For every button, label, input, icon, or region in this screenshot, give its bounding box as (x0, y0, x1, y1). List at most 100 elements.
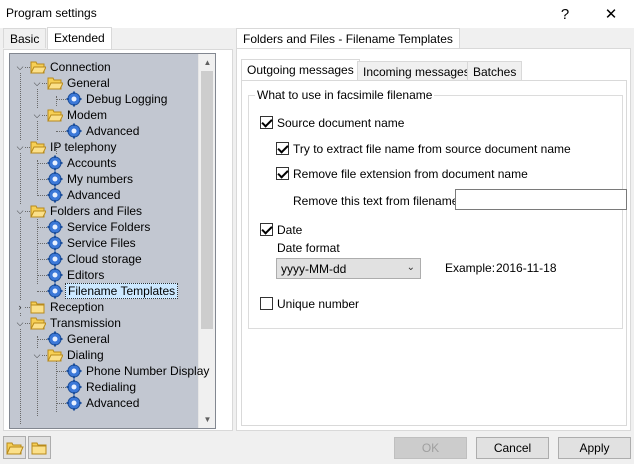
expand-all-button[interactable] (3, 436, 26, 459)
tree-item[interactable]: Debug Logging (10, 91, 215, 107)
tree-item-label: Transmission (50, 316, 121, 330)
dialog-client: Basic Extended ▲ ▼ ⌵ Connection ⌵ General De… (0, 27, 634, 464)
extract-filename-checkbox[interactable] (276, 142, 289, 155)
folder-open-icon (47, 109, 63, 122)
collapse-all-button[interactable] (28, 436, 51, 459)
gear-icon (66, 379, 82, 395)
source-document-checkbox[interactable] (260, 116, 273, 129)
date-format-select[interactable]: yyyy-MM-dd ⌄ (276, 258, 421, 279)
tab-extended[interactable]: Extended (47, 27, 112, 49)
group-title: What to use in facsimile filename (255, 88, 435, 102)
remove-extension-label[interactable]: Remove file extension from document name (293, 167, 528, 181)
tree-item[interactable]: ⌵ IP telephony (10, 139, 215, 155)
left-panel: ▲ ▼ ⌵ Connection ⌵ General Debug Logging ⌵ Mod… (3, 49, 233, 431)
tab-outgoing-messages[interactable]: Outgoing messages (241, 59, 360, 80)
tree-connector (37, 163, 47, 164)
apply-button[interactable]: Apply (558, 437, 631, 459)
ok-button[interactable]: OK (394, 437, 467, 459)
chevron-down-icon[interactable]: ⌵ (15, 317, 25, 329)
chevron-down-icon[interactable]: ⌵ (32, 349, 42, 361)
chevron-down-icon[interactable]: ⌵ (32, 109, 42, 121)
tree-item-label: Connection (50, 60, 111, 74)
tree-item-label: General (67, 332, 110, 346)
tab-batches[interactable]: Batches (467, 61, 523, 80)
tree-item-label: Service Folders (67, 220, 151, 234)
tree-item[interactable]: ⌵ Dialing (10, 347, 215, 363)
tree-item[interactable]: ⌵ Transmission (10, 315, 215, 331)
scroll-down-icon[interactable]: ▼ (199, 411, 215, 428)
folder-open-icon (47, 349, 63, 362)
tree-item[interactable]: Accounts (10, 155, 215, 171)
tree-item[interactable]: Redialing (10, 379, 215, 395)
tree-item[interactable]: Filename Templates (10, 283, 215, 299)
tree-item[interactable]: My numbers (10, 171, 215, 187)
tree-item-label: Dialing (67, 348, 104, 362)
tree-item[interactable]: ⌵ General (10, 75, 215, 91)
gear-icon (47, 171, 63, 187)
help-button[interactable]: ? (542, 2, 588, 26)
remove-extension-checkbox[interactable] (276, 167, 289, 180)
tab-filename-templates[interactable]: Folders and Files - Filename Templates (236, 28, 460, 48)
tree-connector (37, 179, 47, 180)
folder-closed-icon (31, 442, 47, 455)
extract-filename-label[interactable]: Try to extract file name from source doc… (293, 142, 571, 156)
folder-open-icon (30, 205, 46, 218)
tab-incoming-messages[interactable]: Incoming messages (357, 61, 476, 80)
unique-number-checkbox[interactable] (260, 297, 273, 310)
tree-item-label: Redialing (86, 380, 137, 394)
tree-item[interactable]: ⌵ Modem (10, 107, 215, 123)
chevron-down-icon[interactable]: ⌵ (32, 77, 42, 89)
gear-icon (47, 235, 63, 251)
tree-item-label: Filename Templates (65, 283, 179, 299)
gear-icon (47, 251, 63, 267)
unique-number-label[interactable]: Unique number (277, 297, 359, 311)
settings-tree[interactable]: ▲ ▼ ⌵ Connection ⌵ General Debug Logging ⌵ Mod… (9, 53, 216, 429)
tree-item[interactable]: ⌵ Folders and Files (10, 203, 215, 219)
chevron-right-icon[interactable]: › (15, 301, 25, 313)
tree-item[interactable]: Cloud storage (10, 251, 215, 267)
cancel-button[interactable]: Cancel (476, 437, 549, 459)
tree-item[interactable]: Advanced (10, 395, 215, 411)
window-title: Program settings (6, 6, 97, 20)
tree-connector (37, 339, 47, 340)
tree-item[interactable]: General (10, 331, 215, 347)
date-format-label: Date format (277, 241, 340, 255)
tab-basic[interactable]: Basic (3, 28, 47, 48)
gear-icon (47, 267, 63, 283)
filename-group: What to use in facsimile filename Source… (248, 88, 627, 329)
tree-item[interactable]: Advanced (10, 187, 215, 203)
folder-open-icon (30, 61, 46, 74)
date-label[interactable]: Date (277, 223, 302, 237)
tree-connector (37, 275, 47, 276)
close-button[interactable]: ✕ (588, 2, 634, 26)
title-bar: Program settings ? ✕ (0, 0, 634, 28)
tree-item[interactable]: Editors (10, 267, 215, 283)
tree-item[interactable]: ⌵ Connection (10, 59, 215, 75)
tree-item[interactable]: Service Files (10, 235, 215, 251)
tree-connector (37, 291, 47, 292)
gear-icon (66, 395, 82, 411)
remove-text-input[interactable] (455, 189, 627, 210)
tree-item[interactable]: Phone Number Display (10, 363, 215, 379)
gear-icon (47, 219, 63, 235)
folder-closed-icon (30, 301, 45, 314)
chevron-down-icon[interactable]: ⌵ (15, 61, 25, 73)
source-document-label[interactable]: Source document name (277, 116, 404, 130)
tree-item-label: Editors (67, 268, 105, 282)
tree-item-label: My numbers (67, 172, 134, 186)
tree-item[interactable]: › Reception (10, 299, 215, 315)
tree-connector (56, 371, 66, 372)
date-format-value: yyyy-MM-dd (281, 262, 347, 276)
tree-connector (37, 243, 47, 244)
folder-open-icon (30, 317, 46, 330)
folder-open-icon (6, 442, 24, 455)
chevron-down-icon[interactable]: ⌵ (15, 141, 25, 153)
tree-item-label: Cloud storage (67, 252, 142, 266)
gear-icon (47, 187, 63, 203)
date-checkbox[interactable] (260, 223, 273, 236)
tree-item[interactable]: Service Folders (10, 219, 215, 235)
tree-item-label: Debug Logging (86, 92, 168, 106)
tree-connector (56, 99, 66, 100)
tree-item[interactable]: Advanced (10, 123, 215, 139)
chevron-down-icon[interactable]: ⌵ (15, 205, 25, 217)
